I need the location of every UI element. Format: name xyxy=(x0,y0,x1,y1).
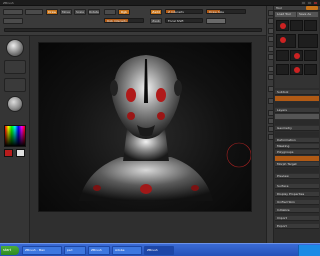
save-as-button[interactable]: Save As xyxy=(297,12,318,17)
left-shelf xyxy=(0,36,30,243)
close-button[interactable] xyxy=(313,1,318,5)
primary-color-swatch[interactable] xyxy=(4,149,13,157)
edit-button[interactable] xyxy=(3,18,23,24)
zbrush-window: ZBrush Draw Move Scale Rotate Rgb Rgb In… xyxy=(0,0,320,256)
right-shelf xyxy=(266,6,274,243)
right-tray: Tool Load Tool Save As Subtool Layers Ge… xyxy=(274,6,320,243)
draw-size-label: Draw Size xyxy=(209,10,224,14)
canvas[interactable] xyxy=(38,42,252,212)
document-area xyxy=(30,36,266,243)
move-button[interactable]: Move xyxy=(60,9,72,15)
tool-thumb-7[interactable] xyxy=(290,50,303,61)
tool-thumb-9[interactable] xyxy=(276,64,289,75)
zadd-button[interactable]: Zadd xyxy=(150,9,162,15)
mrgb-button[interactable] xyxy=(104,9,116,15)
rgb-button[interactable]: Rgb xyxy=(118,9,130,15)
tool-thumb-2[interactable] xyxy=(290,20,303,31)
tool-thumb-6[interactable] xyxy=(276,50,289,61)
taskbar-item-3[interactable]: ZBrush xyxy=(88,246,110,255)
z-intensity-slider[interactable]: Z Intensity xyxy=(165,9,203,14)
taskbar-item-2[interactable]: psd xyxy=(64,246,86,255)
status-strip xyxy=(4,28,262,32)
windows-taskbar: start ZBrush - Man psd ZBrush Adobe ZBru… xyxy=(0,243,320,256)
maximize-button[interactable] xyxy=(307,1,312,5)
tool-subpalette-display-properties[interactable]: Display Properties xyxy=(275,192,319,197)
tool-subpalette-preview[interactable]: Preview xyxy=(275,174,319,179)
geometry-row[interactable] xyxy=(275,132,319,137)
load-tool-button[interactable]: Load Tool xyxy=(275,12,296,17)
taskbar-item-5[interactable]: ZBrush xyxy=(144,246,174,255)
tray-menu-button[interactable] xyxy=(306,6,318,10)
tool-thumb-4[interactable] xyxy=(276,34,296,48)
tool-thumb-10[interactable] xyxy=(290,64,303,75)
tray-header: Tool xyxy=(274,6,320,11)
secondary-color-swatch[interactable] xyxy=(16,149,25,157)
tool-thumb-8[interactable] xyxy=(304,50,317,61)
taskbar-item-1[interactable]: ZBrush - Man xyxy=(22,246,62,255)
tool-thumb-11[interactable] xyxy=(304,64,317,75)
z-intensity-label: Z Intensity xyxy=(168,10,185,14)
focal-shift-label: Focal Shift xyxy=(168,19,184,23)
tool-thumbnails: Load Tool Save As xyxy=(275,12,319,88)
layer-row-1[interactable] xyxy=(275,114,319,119)
tool-lightbox-button[interactable] xyxy=(25,9,43,15)
rgb-intensity-slider[interactable]: Rgb Intensity xyxy=(104,18,144,23)
tool-thumb-1[interactable] xyxy=(276,20,289,31)
rgb-intensity-label: Rgb Intensity xyxy=(107,19,127,23)
rotate-button[interactable]: Rotate xyxy=(88,9,100,15)
tool-thumb-3[interactable] xyxy=(304,20,317,31)
tool-subpalette-unified-skin[interactable]: Unified Skin xyxy=(275,200,319,205)
tool-subpalette-morph-target[interactable]: Morph Target xyxy=(275,162,319,167)
tool-subpalette-deformation[interactable]: Deformation xyxy=(275,138,319,143)
zsub-button[interactable]: Zsub xyxy=(150,18,162,24)
start-button[interactable]: start xyxy=(1,246,19,255)
sculpt-model xyxy=(79,55,251,201)
tool-subpalette-surface[interactable]: Surface xyxy=(275,184,319,189)
tool-projection-button[interactable] xyxy=(3,9,23,15)
tool-subpalette-import[interactable]: Import xyxy=(275,216,319,221)
tool-subpalette-polygroups[interactable]: Polygroups xyxy=(275,150,319,155)
tool-subpalette-initialize[interactable]: Initialize xyxy=(275,208,319,213)
alpha-off-icon[interactable] xyxy=(4,78,26,92)
tool-subpalette-subtool[interactable]: Subtool xyxy=(275,90,319,95)
stroke-dots-icon[interactable] xyxy=(4,60,26,74)
subtool-row[interactable] xyxy=(275,102,319,107)
tool-subpalette-export[interactable]: Export xyxy=(275,224,319,229)
morph-row[interactable] xyxy=(275,168,319,173)
standard-brush-icon[interactable] xyxy=(6,39,24,57)
subtool-selected[interactable] xyxy=(275,96,319,101)
tool-subpalette-layers[interactable]: Layers xyxy=(275,108,319,113)
dynamic-button[interactable] xyxy=(206,18,226,24)
tool-subpalette-masking[interactable]: Masking xyxy=(275,144,319,149)
color-picker[interactable] xyxy=(4,125,26,147)
tool-thumb-5[interactable] xyxy=(298,34,318,48)
tool-subpalette-geometry[interactable]: Geometry xyxy=(275,126,319,131)
scale-button[interactable]: Scale xyxy=(74,9,86,15)
focal-shift-slider[interactable]: Focal Shift xyxy=(165,18,203,23)
draw-button[interactable]: Draw xyxy=(46,9,58,15)
minimize-button[interactable] xyxy=(301,1,306,5)
material-sphere-icon[interactable] xyxy=(7,96,23,112)
tool-palette-title: Tool xyxy=(276,6,282,10)
polygroups-selected[interactable] xyxy=(275,156,319,161)
system-tray-clock xyxy=(298,245,320,256)
window-title: ZBrush xyxy=(3,1,14,5)
draw-size-slider[interactable]: Draw Size xyxy=(206,9,246,14)
top-toolbar: Draw Move Scale Rotate Rgb Rgb Intensity… xyxy=(0,6,266,36)
taskbar-item-4[interactable]: Adobe xyxy=(112,246,142,255)
window-controls xyxy=(301,1,318,5)
layer-row-2[interactable] xyxy=(275,120,319,125)
